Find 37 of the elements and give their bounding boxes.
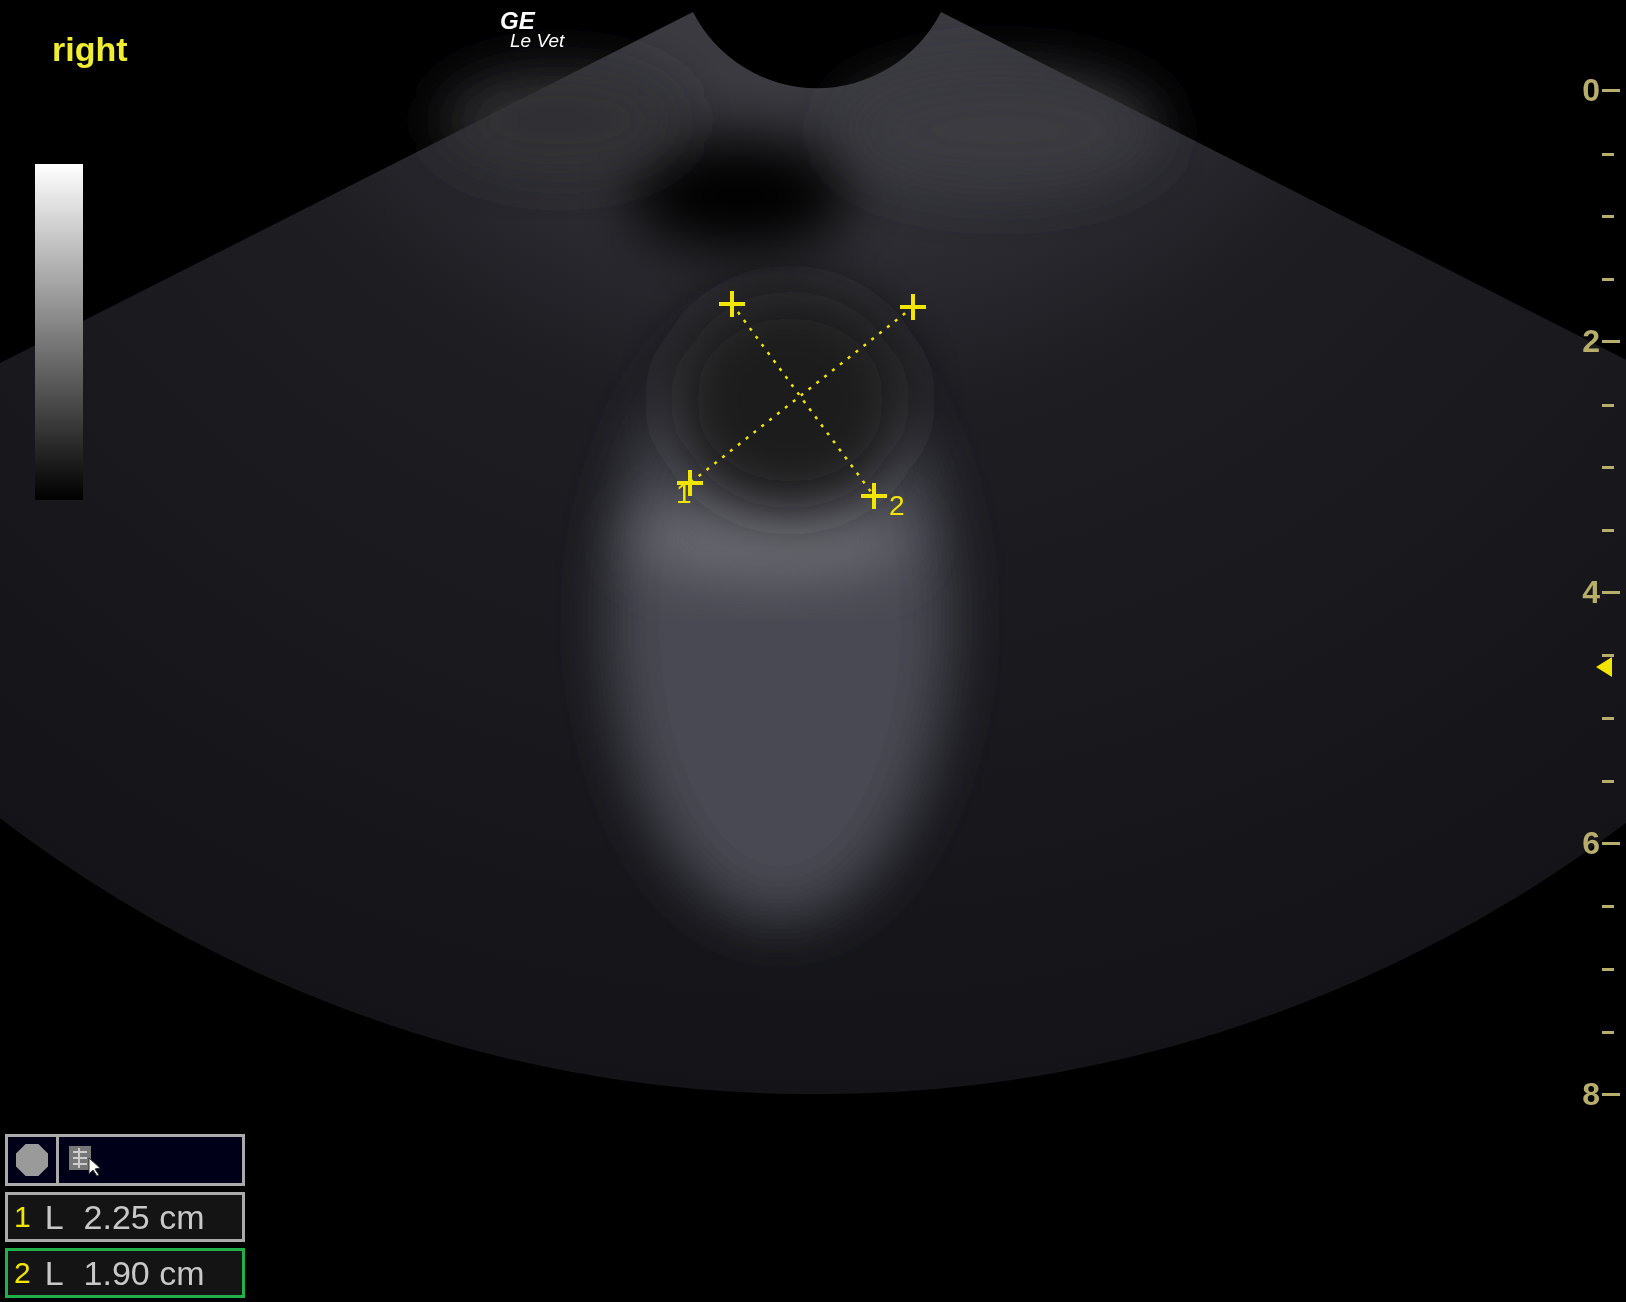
depth-tick bbox=[1602, 842, 1620, 845]
depth-tick bbox=[1602, 278, 1614, 282]
measurement-index: 1 bbox=[14, 1200, 31, 1234]
depth-tick bbox=[1602, 717, 1614, 720]
depth-tick bbox=[1602, 152, 1614, 156]
depth-label: 4 bbox=[1582, 574, 1600, 611]
measurement-type: L bbox=[44, 1253, 64, 1293]
measurement-row[interactable]: 2 L 1.90 cm bbox=[5, 1248, 245, 1298]
depth-tick bbox=[1602, 528, 1614, 532]
measurement-index: 2 bbox=[14, 1256, 31, 1290]
depth-label: 2 bbox=[1582, 323, 1600, 360]
depth-tick bbox=[1602, 215, 1614, 219]
depth-tick bbox=[1602, 340, 1620, 343]
logo-text: GE bbox=[500, 10, 537, 32]
measurement-value: 1.90 cm bbox=[83, 1253, 205, 1293]
depth-tick bbox=[1602, 591, 1620, 594]
caliper-label: 2 bbox=[889, 490, 905, 521]
depth-label: 0 bbox=[1582, 72, 1600, 109]
measurement-value: 2.25 cm bbox=[83, 1197, 205, 1237]
logo-subtext: Le Vet bbox=[510, 31, 565, 49]
depth-label: 8 bbox=[1582, 1076, 1600, 1113]
measurement-type: L bbox=[44, 1197, 64, 1237]
depth-tick bbox=[1602, 967, 1614, 971]
depth-tick bbox=[1602, 89, 1620, 92]
caliper-label: 1 bbox=[676, 478, 692, 509]
depth-tick bbox=[1602, 1030, 1614, 1034]
focus-marker-icon bbox=[1596, 657, 1612, 677]
measurement-row[interactable]: 1 L 2.25 cm bbox=[5, 1192, 245, 1242]
depth-tick bbox=[1602, 1093, 1620, 1096]
caliper-measurement-line[interactable] bbox=[717, 289, 889, 511]
depth-tick bbox=[1602, 905, 1614, 909]
depth-tick bbox=[1602, 654, 1614, 658]
depth-tick bbox=[1602, 466, 1614, 470]
orientation-label: right bbox=[52, 30, 128, 69]
depth-tick bbox=[1602, 779, 1614, 783]
depth-tick bbox=[1602, 403, 1614, 407]
depth-label: 6 bbox=[1582, 825, 1600, 862]
